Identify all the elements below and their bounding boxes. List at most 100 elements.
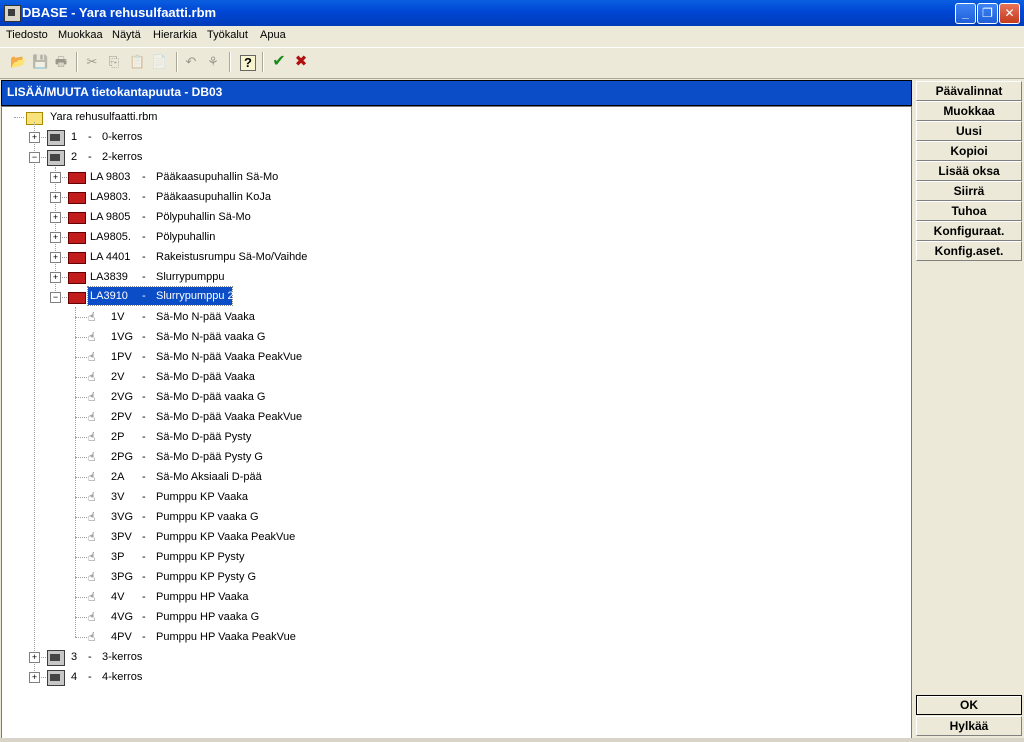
- point-code: 3PV: [111, 531, 132, 543]
- close-button[interactable]: ✕: [999, 3, 1020, 24]
- level-icon: [47, 150, 65, 166]
- restore-button[interactable]: ❐: [977, 3, 998, 24]
- side-button-1[interactable]: Muokkaa: [916, 101, 1022, 121]
- tree-line: [75, 337, 87, 338]
- point-name[interactable]: Pumppu KP Pysty: [156, 547, 244, 567]
- point-name[interactable]: Pumppu KP Vaaka PeakVue: [156, 527, 295, 547]
- point-name[interactable]: Sä-Mo N-pää vaaka G: [156, 327, 265, 347]
- point-dash: -: [142, 591, 146, 603]
- machine-row-selected[interactable]: LA3910 - Slurrypumppu 2: [87, 286, 234, 306]
- expand-toggle[interactable]: +: [50, 192, 61, 203]
- machine-code: LA3839: [90, 271, 128, 283]
- open-folder-icon: 📂: [10, 54, 27, 69]
- measurement-point-hand-icon: ☝: [88, 610, 96, 624]
- tree-line: [75, 557, 87, 558]
- level-number: 4: [71, 671, 78, 683]
- app-icon[interactable]: [4, 5, 21, 22]
- point-dash: -: [142, 391, 146, 403]
- machine-name[interactable]: Pölypuhallin Sä-Mo: [156, 207, 251, 227]
- level-name[interactable]: 0-kerros: [102, 127, 142, 147]
- level-icon: [47, 670, 65, 686]
- level-name[interactable]: 3-kerros: [102, 647, 142, 667]
- level-number: 1: [71, 131, 78, 143]
- point-name[interactable]: Pumppu HP Vaaka: [156, 587, 249, 607]
- menu-tiedosto[interactable]: Tiedosto: [6, 29, 48, 41]
- expand-toggle[interactable]: +: [50, 252, 61, 263]
- expand-toggle[interactable]: +: [50, 232, 61, 243]
- point-name[interactable]: Pumppu KP vaaka G: [156, 507, 259, 527]
- point-name[interactable]: Sä-Mo D-pää Pysty G: [156, 447, 263, 467]
- copy-icon: ⎘: [108, 54, 120, 69]
- ok-button[interactable]: OK: [916, 695, 1022, 715]
- tree-line: [75, 637, 87, 638]
- ok-check-icon: ✔: [272, 53, 286, 70]
- machine-name[interactable]: Slurrypumppu: [156, 267, 224, 287]
- tree-line: [75, 517, 87, 518]
- side-button-4[interactable]: Lisää oksa: [916, 161, 1022, 181]
- point-code: 2VG: [111, 391, 134, 403]
- point-name[interactable]: Sä-Mo D-pää vaaka G: [156, 387, 265, 407]
- menu-bar: Tiedosto Muokkaa Näytä Hierarkia Työkalu…: [0, 26, 1024, 45]
- machine-name[interactable]: Rakeistusrumpu Sä-Mo/Vaihde: [156, 247, 307, 267]
- level-name[interactable]: 4-kerros: [102, 667, 142, 687]
- level-name[interactable]: 2-kerros: [102, 147, 142, 167]
- machine-name[interactable]: Pölypuhallin: [156, 227, 215, 247]
- point-name[interactable]: Pumppu KP Pysty G: [156, 567, 256, 587]
- side-button-7[interactable]: Konfiguraat.: [916, 221, 1022, 241]
- paste-special-icon: 📄: [151, 54, 168, 69]
- side-button-2[interactable]: Uusi: [916, 121, 1022, 141]
- help-button[interactable]: ?: [237, 52, 257, 72]
- point-name[interactable]: Sä-Mo D-pää Pysty: [156, 427, 251, 447]
- open-folder-button[interactable]: 📂: [7, 52, 27, 72]
- point-name[interactable]: Sä-Mo N-pää Vaaka PeakVue: [156, 347, 302, 367]
- menu-tyokalut[interactable]: Työkalut: [207, 29, 248, 41]
- expand-toggle[interactable]: +: [29, 132, 40, 143]
- side-button-8[interactable]: Konfig.aset.: [916, 241, 1022, 261]
- side-button-0[interactable]: Päävalinnat: [916, 81, 1022, 101]
- point-name[interactable]: Sä-Mo D-pää Vaaka: [156, 367, 255, 387]
- measurement-point-hand-icon: ☝: [88, 530, 96, 544]
- title-bar: DBASE - Yara rehusulfaatti.rbm _ ❐ ✕: [0, 0, 1024, 26]
- tree-root-label[interactable]: Yara rehusulfaatti.rbm: [50, 107, 157, 127]
- side-button-5[interactable]: Siirrä: [916, 181, 1022, 201]
- point-name[interactable]: Sä-Mo N-pää Vaaka: [156, 307, 255, 327]
- menu-apua[interactable]: Apua: [260, 29, 286, 41]
- expand-toggle[interactable]: +: [29, 672, 40, 683]
- side-button-6[interactable]: Tuhoa: [916, 201, 1022, 221]
- point-name[interactable]: Sä-Mo Aksiaali D-pää: [156, 467, 262, 487]
- menu-nayta[interactable]: Näytä: [112, 29, 141, 41]
- expand-toggle[interactable]: +: [29, 652, 40, 663]
- point-name[interactable]: Pumppu HP vaaka G: [156, 607, 259, 627]
- cut-icon: ✂: [86, 54, 98, 69]
- cancel-button[interactable]: Hylkää: [916, 716, 1022, 736]
- menu-hierarkia[interactable]: Hierarkia: [153, 29, 197, 41]
- point-code: 1V: [111, 311, 125, 323]
- expand-toggle[interactable]: −: [29, 152, 40, 163]
- machine-dash: -: [142, 211, 146, 223]
- point-name[interactable]: Pumppu KP Vaaka: [156, 487, 248, 507]
- expand-toggle[interactable]: +: [50, 172, 61, 183]
- point-code: 2A: [111, 471, 125, 483]
- point-code: 3PG: [111, 571, 134, 583]
- expand-toggle[interactable]: −: [50, 292, 61, 303]
- point-name[interactable]: Pumppu HP Vaaka PeakVue: [156, 627, 296, 647]
- minimize-button[interactable]: _: [955, 3, 976, 24]
- toolbar-separator: [176, 52, 178, 72]
- level-icon: [47, 650, 65, 666]
- point-name[interactable]: Sä-Mo D-pää Vaaka PeakVue: [156, 407, 302, 427]
- ok-check-button[interactable]: ✔: [269, 52, 289, 72]
- machine-icon: [68, 252, 86, 264]
- side-button-3[interactable]: Kopioi: [916, 141, 1022, 161]
- expand-toggle[interactable]: +: [50, 272, 61, 283]
- cut-button: ✂: [82, 52, 102, 72]
- measurement-point-hand-icon: ☝: [88, 310, 96, 324]
- machine-dash: -: [142, 191, 146, 203]
- machine-name[interactable]: Pääkaasupuhallin KoJa: [156, 187, 271, 207]
- expand-toggle[interactable]: +: [50, 212, 61, 223]
- status-bar: [0, 738, 1024, 742]
- level-dash: -: [88, 131, 92, 143]
- cancel-x-button[interactable]: ✖: [291, 52, 311, 72]
- menu-muokkaa[interactable]: Muokkaa: [58, 29, 103, 41]
- database-tree[interactable]: Yara rehusulfaatti.rbm +1-0-kerros −2-2-ke…: [1, 106, 912, 740]
- machine-name[interactable]: Pääkaasupuhallin Sä-Mo: [156, 167, 278, 187]
